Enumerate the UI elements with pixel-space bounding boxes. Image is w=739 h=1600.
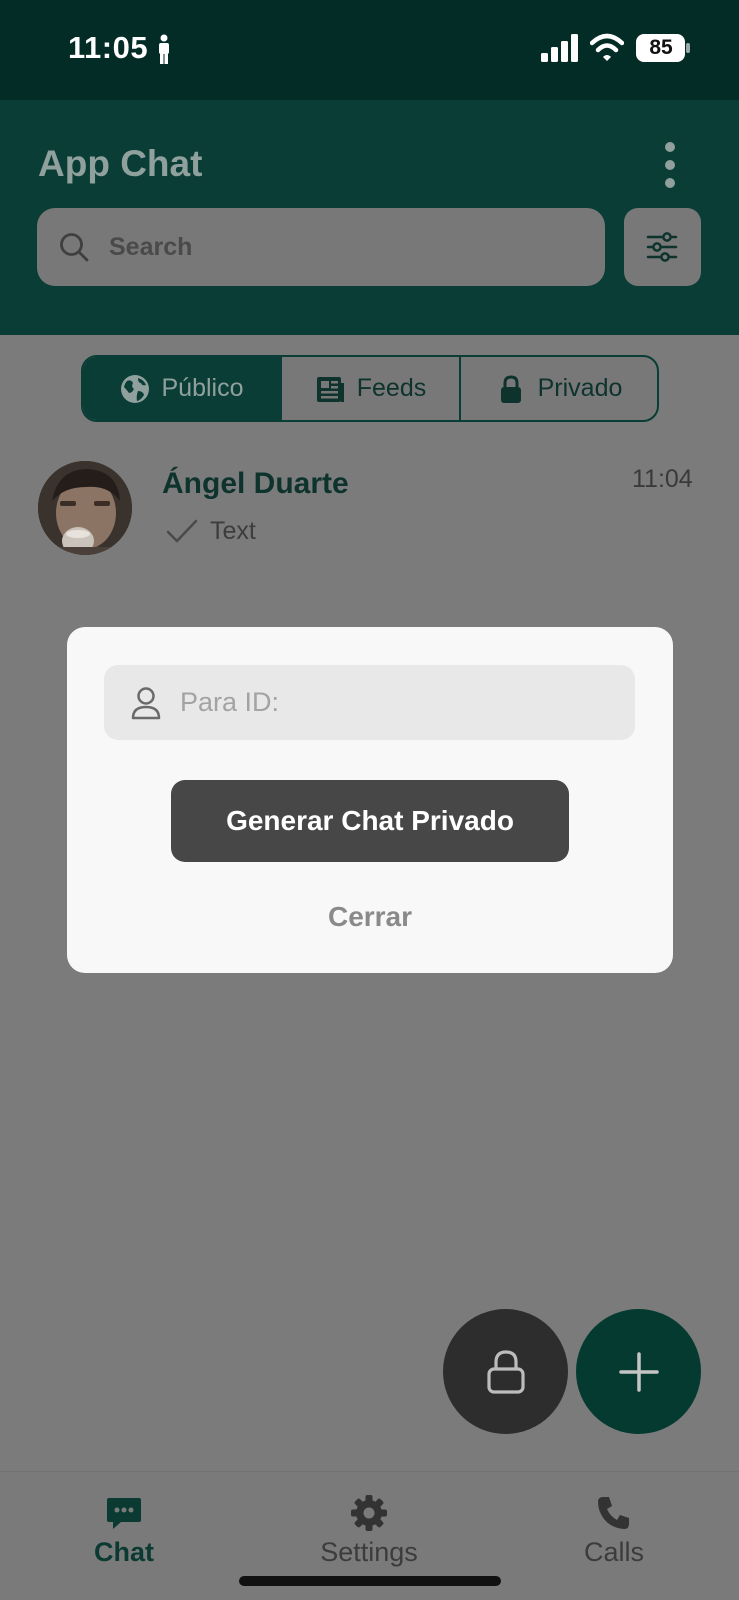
plus-icon — [619, 1352, 659, 1392]
gear-icon — [351, 1495, 387, 1531]
lock-icon — [500, 374, 521, 403]
newspaper-icon — [316, 376, 344, 402]
generate-private-chat-button[interactable]: Generar Chat Privado — [171, 780, 569, 862]
sliders-icon — [646, 232, 678, 262]
chat-timestamp: 11:04 — [632, 465, 693, 493]
nav-item-chat[interactable]: Chat — [44, 1494, 204, 1584]
battery-level: 85 — [649, 36, 673, 59]
tab-publico-label: Público — [161, 374, 244, 402]
checkmark-icon — [166, 519, 198, 543]
tab-privado[interactable]: Privado — [459, 357, 657, 420]
status-bar: 11:05 85 — [0, 0, 739, 100]
close-button[interactable]: Cerrar — [270, 895, 470, 939]
status-time: 11:05 — [68, 30, 149, 65]
chat-bubble-icon — [107, 1498, 141, 1529]
lock-icon — [487, 1350, 525, 1394]
chat-list-item[interactable]: Ángel Duarte 11:04 Text — [0, 455, 739, 563]
home-indicator[interactable] — [239, 1576, 501, 1586]
vertical-dots-icon[interactable] — [663, 142, 677, 188]
user-icon — [131, 687, 161, 720]
avatar-photo — [38, 461, 132, 555]
add-chat-fab[interactable] — [576, 1309, 701, 1434]
last-message: Text — [210, 517, 256, 545]
id-input[interactable] — [180, 665, 610, 740]
search-bar[interactable]: Search — [37, 208, 605, 286]
search-placeholder: Search — [109, 233, 193, 261]
contact-name: Ángel Duarte — [162, 467, 349, 500]
nav-item-calls[interactable]: Calls — [534, 1494, 694, 1584]
page-title: App Chat — [38, 143, 203, 184]
nav-label-calls: Calls — [583, 1537, 644, 1567]
phone-icon — [598, 1497, 629, 1529]
wifi-icon — [590, 33, 624, 61]
search-icon — [60, 233, 89, 262]
nav-item-settings[interactable]: Settings — [289, 1494, 449, 1584]
nav-label-chat: Chat — [94, 1537, 154, 1567]
avatar — [38, 461, 132, 555]
tab-publico[interactable]: Público — [83, 357, 280, 420]
segmented-control: Público Feeds Privado — [81, 355, 659, 422]
tab-privado-label: Privado — [537, 374, 623, 402]
globe-icon — [120, 374, 149, 403]
filter-button[interactable] — [624, 208, 701, 286]
tab-feeds-label: Feeds — [356, 374, 427, 402]
id-input-container[interactable] — [104, 665, 635, 740]
private-chat-dialog: Generar Chat Privado Cerrar — [67, 627, 673, 973]
cellular-signal-icon — [541, 34, 578, 62]
tab-feeds[interactable]: Feeds — [280, 357, 459, 420]
nav-label-settings: Settings — [320, 1537, 418, 1567]
private-chat-fab[interactable] — [443, 1309, 568, 1434]
person-standing-icon — [159, 34, 169, 64]
